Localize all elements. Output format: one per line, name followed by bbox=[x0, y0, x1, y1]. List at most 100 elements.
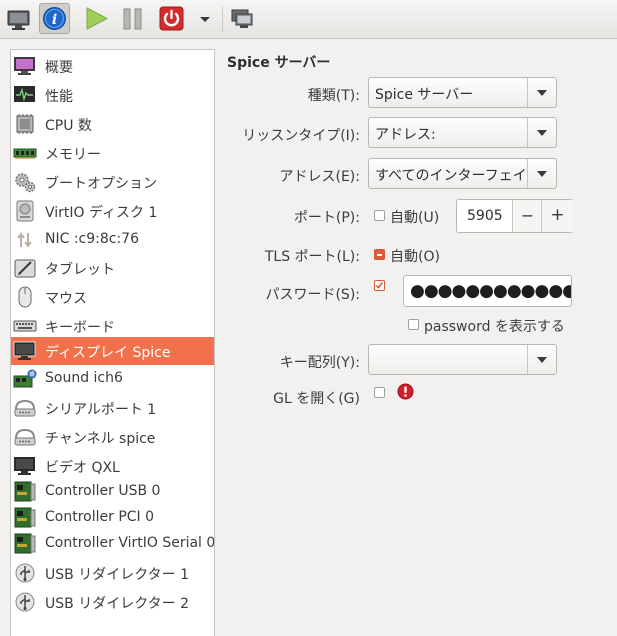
hardware-item-overview[interactable]: 概要 bbox=[11, 52, 214, 80]
hardware-item-usb-redirector-2[interactable]: USB リダイレクター 2 bbox=[11, 588, 214, 616]
listen-type-label: リッスンタイプ(I): bbox=[242, 128, 360, 144]
monitor-icon bbox=[7, 10, 30, 30]
address-combo[interactable]: すべてのインターフェイス bbox=[368, 158, 557, 189]
hardware-item-display-spice[interactable]: ディスプレイ Spice bbox=[11, 337, 214, 365]
hardware-item-label: ディスプレイ Spice bbox=[45, 345, 171, 361]
boot-gears-icon bbox=[15, 173, 36, 193]
hardware-item-label: キーボード bbox=[45, 320, 115, 336]
listen-type-combo-toggle[interactable] bbox=[527, 118, 556, 147]
hardware-item-label: USB リダイレクター 1 bbox=[45, 567, 189, 583]
channel-port-icon bbox=[14, 428, 36, 446]
address-combo-toggle[interactable] bbox=[527, 159, 556, 188]
svg-text:i: i bbox=[52, 12, 57, 28]
overview-monitor-icon bbox=[14, 57, 35, 75]
password-masked-value: ●●●●●●●●●●●● bbox=[410, 281, 572, 301]
chevron-down-icon bbox=[537, 171, 547, 177]
listen-type-combo[interactable]: アドレス: bbox=[368, 117, 557, 148]
address-value: すべてのインターフェイス bbox=[375, 168, 527, 184]
hardware-item-label: 性能 bbox=[45, 89, 73, 105]
toolbar: i bbox=[0, 0, 617, 39]
hardware-list[interactable]: 概要 性能 CPU 数 メモリー ブートオプション VirtIO ディスク 1 … bbox=[10, 49, 215, 636]
hardware-item-performance[interactable]: 性能 bbox=[11, 81, 214, 109]
keymap-combo-toggle[interactable] bbox=[527, 345, 556, 374]
gl-label: GL を開く(G) bbox=[273, 391, 360, 407]
hardware-item-label: Controller VirtIO Serial 0 bbox=[45, 535, 215, 551]
hardware-item-label: VirtIO ディスク 1 bbox=[45, 205, 158, 221]
show-password-checkbox[interactable] bbox=[408, 319, 419, 330]
hardware-item-tablet[interactable]: タブレット bbox=[11, 254, 214, 282]
indeterminate-icon bbox=[377, 254, 382, 256]
hardware-item-label: タブレット bbox=[45, 262, 115, 278]
snapshots-button[interactable] bbox=[227, 3, 258, 34]
shutdown-menu-button[interactable] bbox=[196, 3, 214, 34]
hardware-item-nic[interactable]: NIC :c9:8c:76 bbox=[11, 226, 214, 254]
hardware-item-cpu[interactable]: CPU 数 bbox=[11, 110, 214, 138]
hardware-item-label: Sound ich6 bbox=[45, 370, 123, 386]
password-input[interactable]: ●●●●●●●●●●●● bbox=[403, 275, 572, 307]
hardware-item-sound[interactable]: Sound ich6 bbox=[11, 365, 214, 393]
tls-auto-label: 自動(O) bbox=[390, 249, 440, 265]
warning-icon bbox=[397, 383, 414, 400]
keyboard-icon bbox=[13, 320, 37, 332]
run-button[interactable] bbox=[81, 3, 112, 34]
video-monitor-icon bbox=[14, 457, 35, 475]
port-value: 5905 bbox=[467, 208, 503, 224]
show-details-button[interactable]: i bbox=[39, 3, 70, 34]
shutdown-button[interactable] bbox=[156, 3, 187, 34]
keymap-combo[interactable] bbox=[368, 344, 557, 375]
type-label: 種類(T): bbox=[307, 88, 360, 104]
pause-icon bbox=[123, 8, 142, 30]
hardware-item-label: チャンネル spice bbox=[45, 431, 156, 447]
display-monitor-icon bbox=[13, 341, 36, 360]
hardware-item-disk[interactable]: VirtIO ディスク 1 bbox=[11, 197, 214, 225]
hardware-item-controller-virtio-serial[interactable]: Controller VirtIO Serial 0 bbox=[11, 530, 214, 558]
hardware-item-label: NIC :c9:8c:76 bbox=[45, 231, 140, 247]
usb-plug-icon bbox=[15, 563, 35, 583]
show-console-button[interactable] bbox=[3, 3, 34, 34]
port-spinbox[interactable]: 5905 − + bbox=[456, 199, 573, 233]
snapshot-icon bbox=[231, 9, 253, 28]
hardware-item-video[interactable]: ビデオ QXL bbox=[11, 452, 214, 480]
address-label: アドレス(E): bbox=[279, 169, 361, 185]
play-icon bbox=[86, 7, 109, 30]
type-combo-toggle[interactable] bbox=[527, 78, 556, 107]
memory-module-icon bbox=[13, 148, 37, 159]
hardware-item-label: 概要 bbox=[45, 60, 73, 76]
gl-checkbox[interactable] bbox=[374, 387, 385, 398]
type-combo[interactable]: Spice サーバー bbox=[368, 77, 557, 108]
usb-plug-icon bbox=[15, 592, 35, 612]
listen-type-value: アドレス: bbox=[375, 127, 436, 143]
hardware-item-memory[interactable]: メモリー bbox=[11, 139, 214, 167]
password-checkbox[interactable] bbox=[374, 280, 385, 291]
info-icon: i bbox=[43, 7, 66, 30]
controller-card-icon bbox=[14, 533, 36, 554]
section-title: Spice サーバー bbox=[227, 55, 331, 71]
toolbar-separator bbox=[222, 6, 223, 32]
port-increment-button[interactable]: + bbox=[541, 200, 573, 232]
hardware-item-controller-usb[interactable]: Controller USB 0 bbox=[11, 478, 214, 506]
type-value: Spice サーバー bbox=[375, 87, 474, 103]
hardware-item-keyboard[interactable]: キーボード bbox=[11, 312, 214, 340]
hardware-item-label: ビデオ QXL bbox=[45, 460, 120, 476]
pause-button[interactable] bbox=[117, 3, 148, 34]
controller-card-icon bbox=[14, 481, 36, 502]
port-auto-checkbox[interactable] bbox=[374, 210, 385, 221]
hardware-item-label: Controller PCI 0 bbox=[45, 509, 155, 525]
serial-port-icon bbox=[14, 399, 36, 417]
chevron-down-icon bbox=[537, 130, 547, 136]
hardware-item-boot[interactable]: ブートオプション bbox=[11, 168, 214, 196]
hardware-item-mouse[interactable]: マウス bbox=[11, 283, 214, 311]
hardware-item-label: Controller USB 0 bbox=[45, 483, 161, 499]
hardware-item-controller-pci[interactable]: Controller PCI 0 bbox=[11, 504, 214, 532]
tls-auto-checkbox[interactable] bbox=[374, 249, 385, 260]
hardware-item-label: CPU 数 bbox=[45, 118, 92, 134]
show-password-label: password を表示する bbox=[424, 319, 565, 335]
mouse-icon bbox=[18, 286, 32, 308]
hardware-item-channel[interactable]: チャンネル spice bbox=[11, 423, 214, 451]
hardware-item-serial[interactable]: シリアルポート 1 bbox=[11, 394, 214, 422]
hardware-item-usb-redirector-1[interactable]: USB リダイレクター 1 bbox=[11, 559, 214, 587]
network-arrows-icon bbox=[17, 232, 32, 248]
port-decrement-button[interactable]: − bbox=[512, 200, 542, 232]
chevron-down-icon bbox=[537, 90, 547, 96]
chevron-down-icon bbox=[537, 357, 547, 363]
